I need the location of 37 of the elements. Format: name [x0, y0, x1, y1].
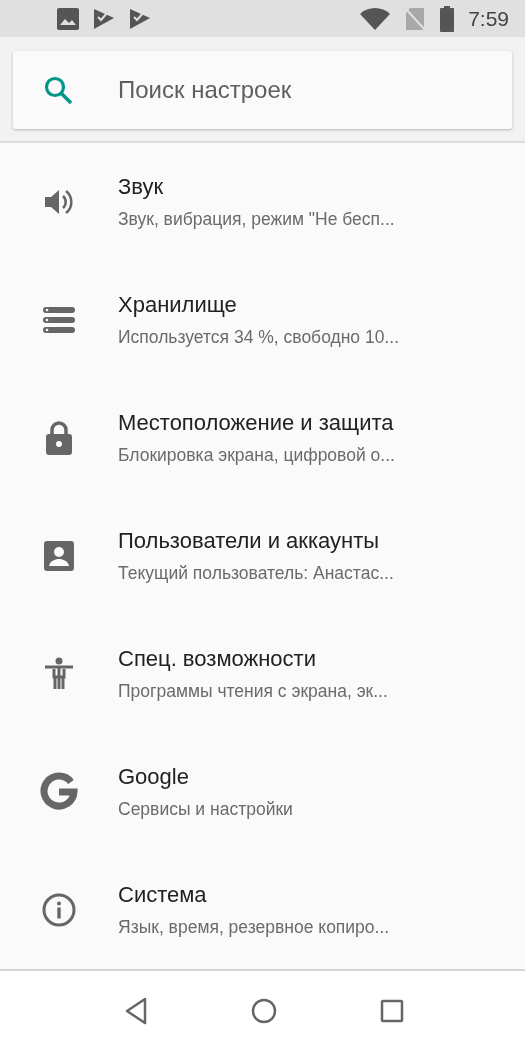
item-title: Пользователи и аккаунты [118, 527, 381, 556]
item-subtitle: Программы чтения с экрана, эк... [118, 680, 388, 704]
item-title: Звук [118, 173, 165, 202]
lock-icon [45, 420, 73, 457]
info-icon [42, 893, 76, 928]
settings-item[interactable]: Звук Звук, вибрация, режим "Не бесп... [0, 143, 525, 262]
item-title: Хранилище [118, 291, 238, 320]
settings-item[interactable]: Местоположение и защита Блокировка экрана, цифровой о... [0, 379, 525, 498]
item-title: Спец. возможности [118, 645, 317, 674]
task-check-icon [129, 7, 151, 30]
settings-item[interactable]: Пользователи и аккаунты Текущий пользователь: Анастас... [0, 497, 525, 616]
speaker-icon [43, 188, 75, 217]
item-subtitle: Используется 34 %, свободно 10... [118, 326, 399, 350]
task-check-icon [93, 7, 115, 30]
no-sim-icon [404, 6, 427, 31]
accessibility-icon [44, 657, 74, 692]
item-title: Система [118, 881, 208, 910]
item-subtitle: Текущий пользователь: Анастас... [118, 562, 394, 586]
settings-item[interactable]: Хранилище Используется 34 %, свободно 10... [0, 261, 525, 380]
item-subtitle: Язык, время, резервное копиро... [118, 916, 390, 940]
storage-icon [42, 306, 76, 335]
image-notification-icon [57, 7, 79, 30]
search-field[interactable]: Поиск настроек [13, 51, 512, 130]
settings-item[interactable]: Система Язык, время, резервное копиро... [0, 851, 525, 970]
google-g-icon [39, 772, 79, 813]
item-subtitle: Звук, вибрация, режим "Не бесп... [118, 208, 395, 232]
settings-item[interactable]: Google Сервисы и настройки [0, 733, 525, 852]
wifi-icon [360, 7, 391, 30]
item-title: Местоположение и защита [118, 409, 395, 438]
clock-time: 7:59 [468, 6, 509, 31]
battery-icon [440, 5, 455, 32]
item-subtitle: Блокировка экрана, цифровой о... [118, 444, 395, 468]
item-subtitle: Сервисы и настройки [118, 798, 293, 822]
search-icon [43, 75, 73, 106]
settings-item[interactable]: Спец. возможности Программы чтения с экрана, эк... [0, 615, 525, 734]
contact-card-icon [44, 541, 74, 572]
item-title: Google [118, 763, 190, 792]
